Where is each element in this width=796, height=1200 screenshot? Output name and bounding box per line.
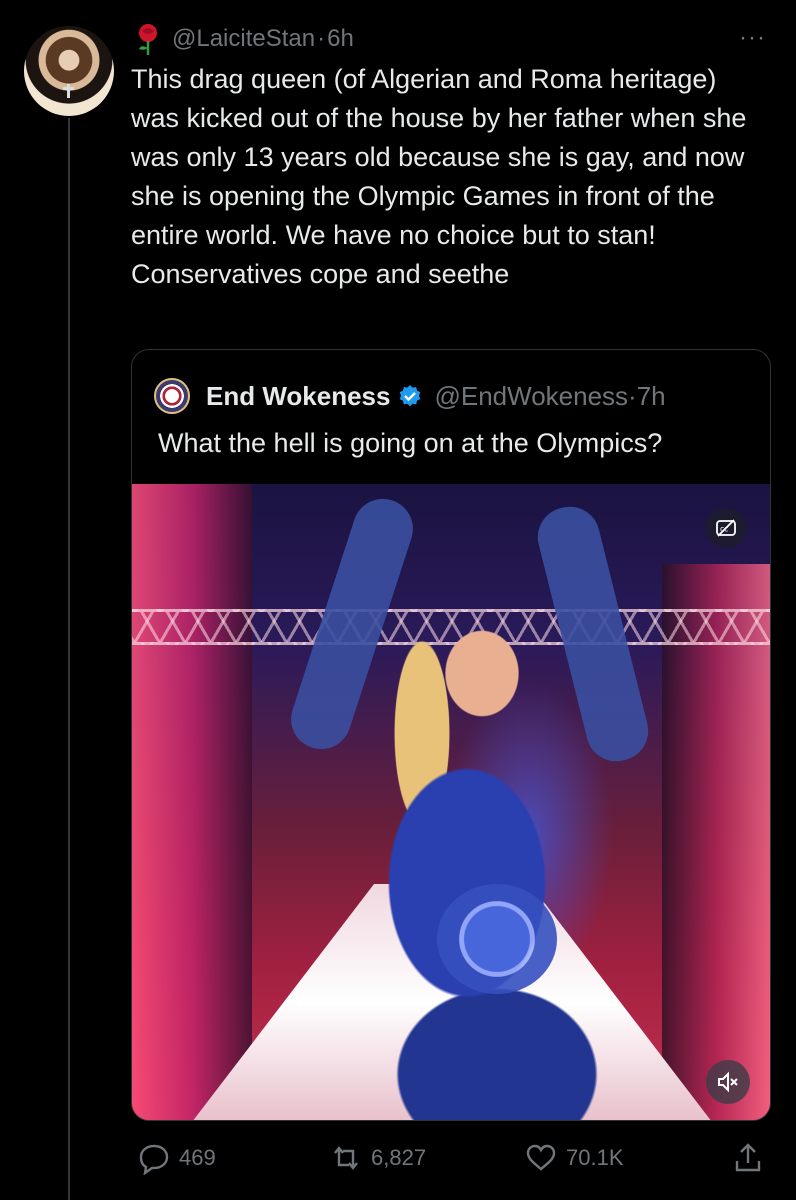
share-icon (735, 1143, 761, 1172)
video-player[interactable]: cc (132, 484, 770, 1120)
quoted-handle[interactable]: @EndWokeness (434, 381, 628, 412)
tweet-text: This drag queen (of Algerian and Roma he… (131, 64, 747, 289)
retweet-count: 6,827 (371, 1145, 427, 1170)
reply-count: 469 (179, 1145, 216, 1170)
separator-dot: · (628, 380, 637, 411)
stage-structure-right (662, 564, 770, 1120)
like-button[interactable]: 70.1K (524, 1138, 624, 1178)
captions-button[interactable]: cc (706, 508, 746, 548)
quoted-avatar[interactable] (154, 378, 190, 414)
quoted-time[interactable]: 7h (637, 381, 666, 412)
retweet-button[interactable]: 6,827 (329, 1138, 426, 1178)
performer (332, 524, 632, 1120)
more-options-icon[interactable]: ··· (739, 24, 766, 52)
quoted-name[interactable]: End Wokeness (206, 381, 390, 412)
rose-icon (139, 24, 157, 55)
quoted-tweet[interactable]: End Wokeness @EndWokeness · 7h What the … (131, 349, 771, 1121)
quoted-text: What the hell is going on at the Olympic… (158, 428, 663, 458)
like-count: 70.1K (566, 1145, 624, 1170)
mute-button[interactable] (706, 1060, 750, 1104)
author-handle[interactable]: @LaiciteStan (172, 25, 315, 53)
tweet-header: @LaiciteStan · 6h (132, 22, 354, 56)
separator-dot: · (317, 25, 326, 52)
action-bar: 469 6,827 70.1K (131, 1138, 771, 1178)
reply-icon (139, 1144, 169, 1175)
thread-line (68, 118, 70, 1200)
reply-button[interactable]: 469 (137, 1138, 216, 1178)
retweet-icon (334, 1146, 358, 1170)
tweet-time[interactable]: 6h (327, 25, 354, 53)
performer-belt (437, 884, 557, 994)
heart-icon (526, 1144, 556, 1171)
verified-badge-icon (400, 385, 421, 407)
captions-off-icon: cc (716, 519, 736, 537)
muted-speaker-icon (718, 1071, 738, 1093)
author-avatar[interactable] (24, 26, 114, 116)
cross-icon (63, 84, 74, 98)
quoted-header: End Wokeness @EndWokeness · 7h (154, 378, 666, 414)
stage-structure-left (132, 484, 252, 1120)
share-button[interactable] (731, 1138, 773, 1178)
